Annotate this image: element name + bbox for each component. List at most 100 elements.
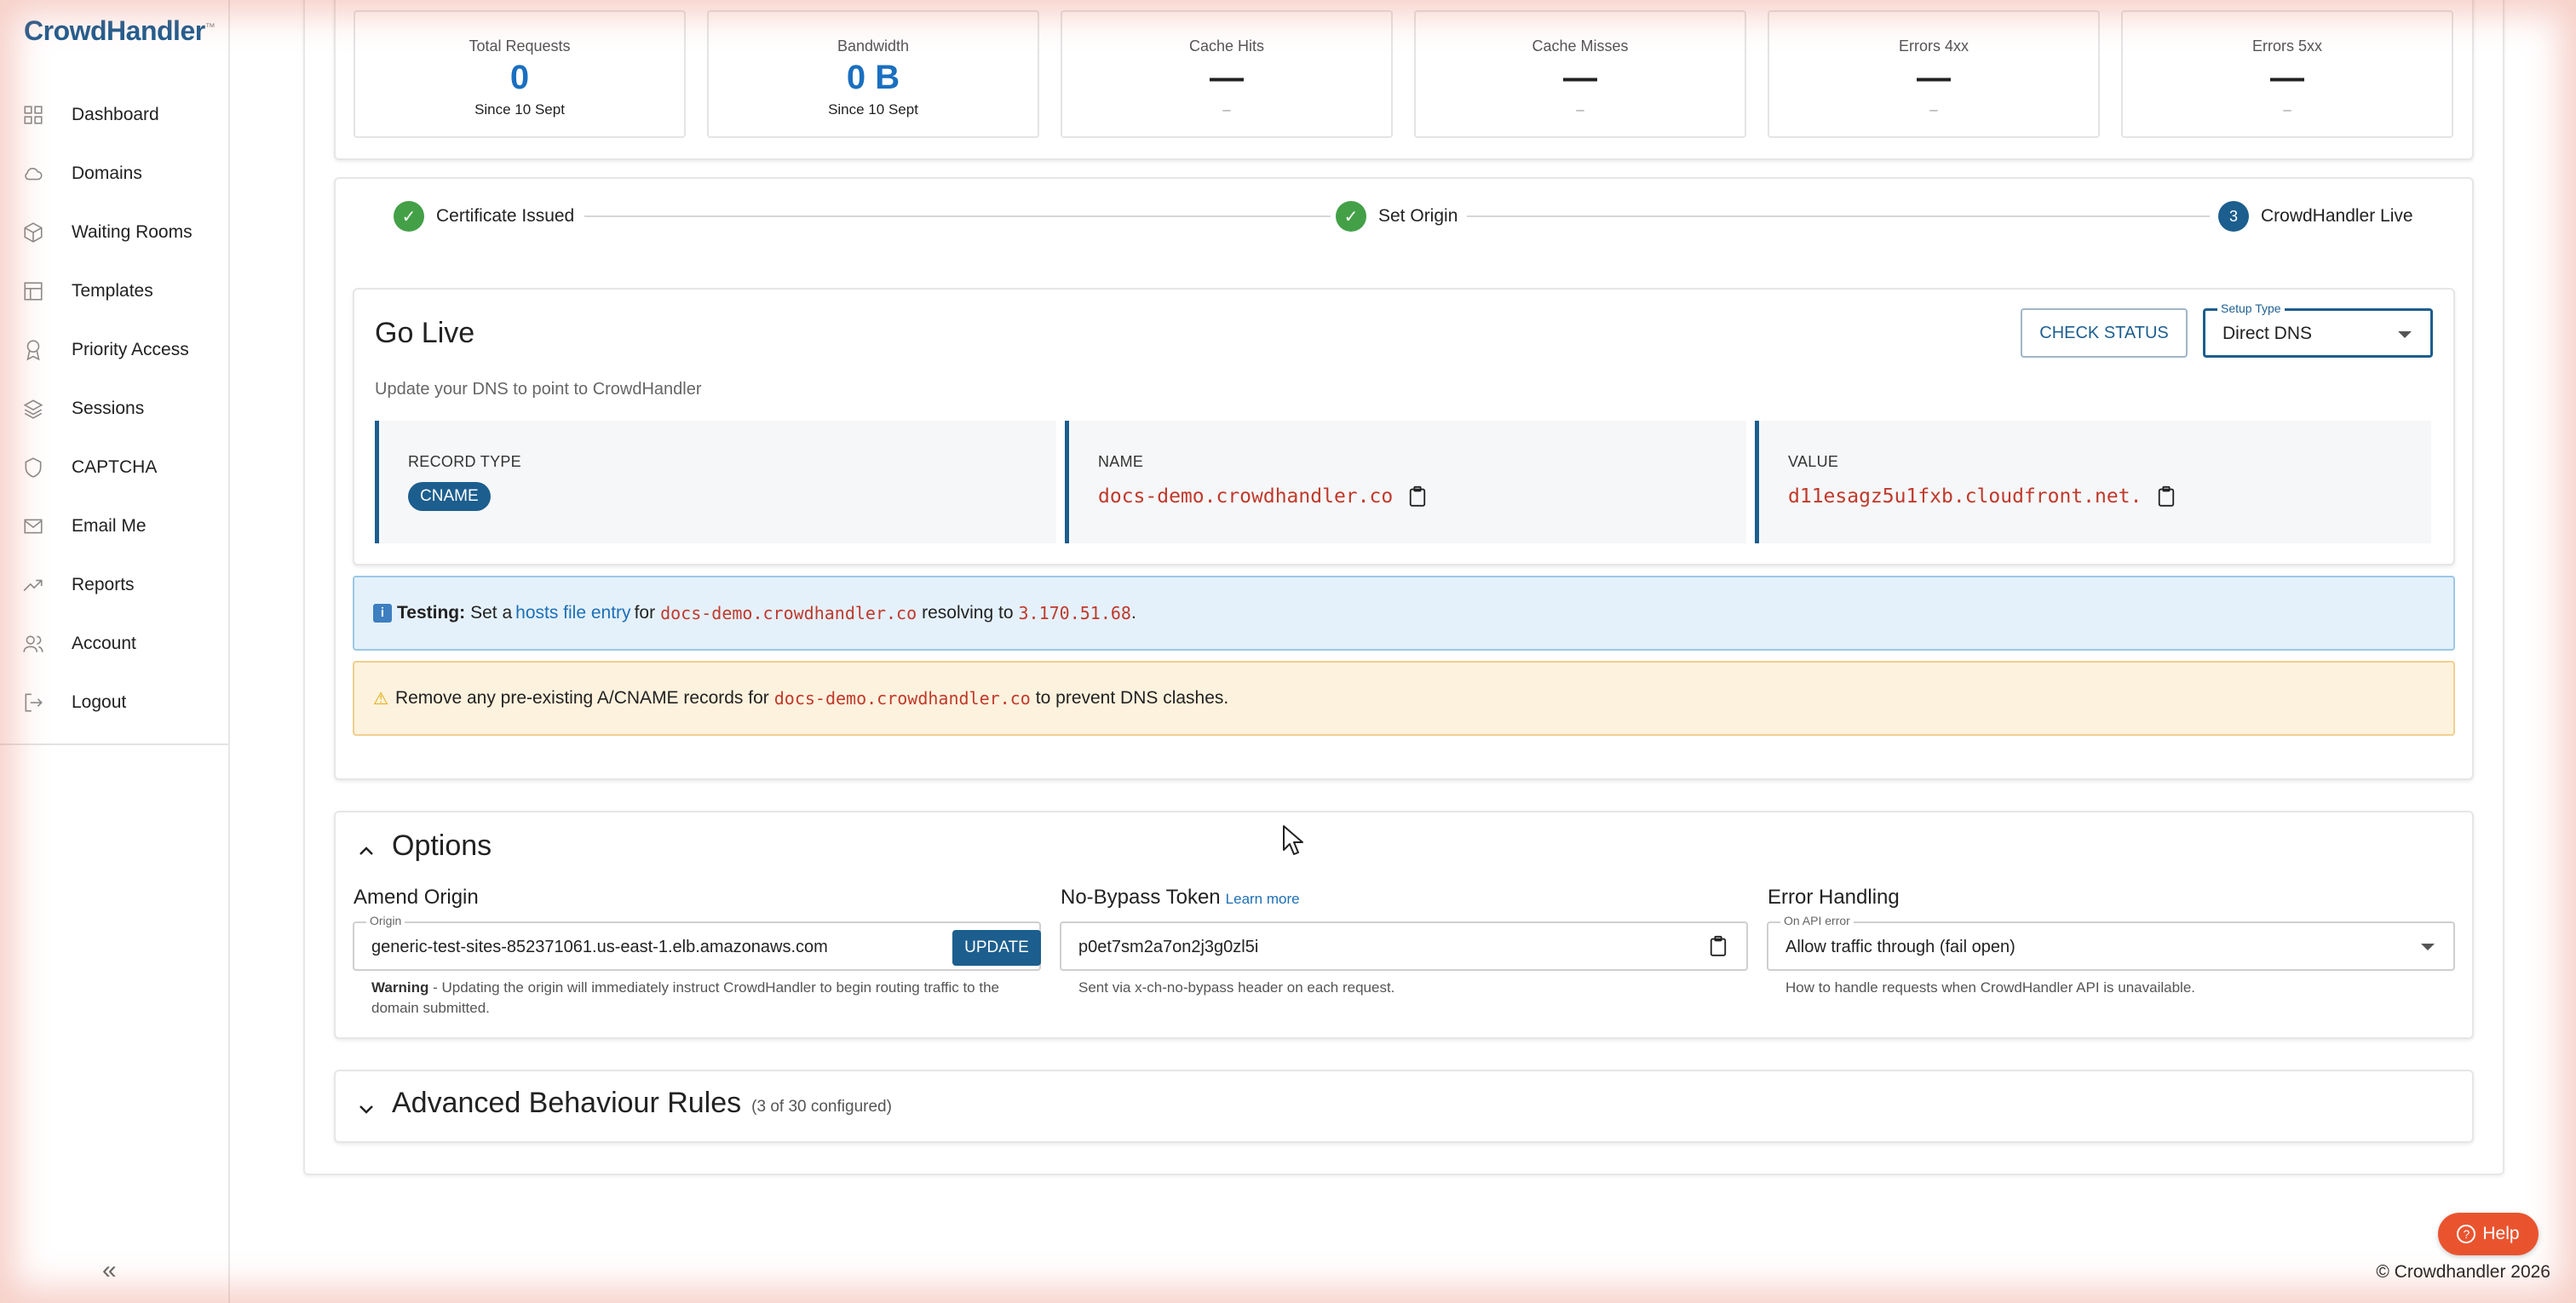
record-type-chip: CNAME — [408, 482, 491, 511]
error-handling-select[interactable]: On API error Allow traffic through (fail… — [1767, 914, 2455, 971]
helper-bold: Warning — [371, 979, 429, 996]
help-button[interactable]: ? Help — [2438, 1213, 2539, 1255]
collapse-sidebar-button[interactable]: « — [102, 1256, 117, 1285]
no-bypass-token-value: p0et7sm2a7on2j3g0zl5i — [1078, 938, 1259, 956]
award-icon — [22, 339, 44, 361]
record-value-value: d11esagz5u1fxb.cloudfront.net. — [1788, 485, 2142, 508]
caret-down-icon — [2421, 944, 2435, 950]
error-handling-value: Allow traffic through (fail open) — [1785, 938, 2015, 956]
sidebar-item-account[interactable]: Account — [0, 614, 228, 673]
chevron-down-icon — [356, 1093, 377, 1114]
alert-text: Remove any pre-existing A/CNAME records … — [394, 688, 769, 708]
stat-label: Total Requests — [469, 37, 571, 55]
sidebar-item-label: Email Me — [72, 515, 147, 536]
sidebar-item-label: Waiting Rooms — [72, 221, 193, 242]
stat-cache-hits: Cache Hits — – — [1061, 10, 1393, 138]
record-name-box: NAME docs-demo.crowdhandler.co — [1065, 421, 1746, 543]
step-set-origin: ✓ Set Origin — [1336, 201, 1458, 232]
logo[interactable]: CrowdHandler™ — [24, 15, 216, 47]
sidebar-item-label: Dashboard — [72, 104, 159, 124]
record-name-label: NAME — [1098, 453, 1144, 470]
sidebar-item-dashboard[interactable]: Dashboard — [0, 85, 228, 144]
stat-sub: – — [1222, 101, 1231, 118]
help-icon: ? — [2457, 1225, 2476, 1243]
setup-type-select[interactable]: Setup Type Direct DNS — [2203, 301, 2433, 358]
alert-text: to prevent DNS clashes. — [1035, 688, 1229, 708]
no-bypass-token-title: No-Bypass Token Learn more — [1061, 886, 1300, 910]
stat-value: — — [1210, 59, 1244, 96]
stat-errors-5xx: Errors 5xx — – — [2121, 10, 2453, 138]
sidebar-item-logout[interactable]: Logout — [0, 673, 228, 732]
record-value-box: VALUE d11esagz5u1fxb.cloudfront.net. — [1755, 421, 2431, 543]
stat-label: Cache Misses — [1532, 37, 1629, 55]
testing-info-alert: i Testing: Set a hosts file entry for do… — [353, 576, 2455, 651]
sidebar-item-waiting-rooms[interactable]: Waiting Rooms — [0, 203, 228, 261]
sidebar-item-label: Sessions — [72, 398, 145, 418]
sidebar-item-label: Priority Access — [72, 339, 189, 359]
error-handling-title: Error Handling — [1768, 886, 1900, 909]
clipboard-icon[interactable] — [1709, 935, 1728, 957]
layout-icon — [22, 280, 44, 302]
origin-legend: Origin — [366, 914, 405, 927]
chevron-up-icon — [356, 836, 377, 857]
step-label: Set Origin — [1378, 206, 1458, 226]
step-number: 3 — [2218, 201, 2249, 232]
alert-bold: Testing: — [397, 603, 466, 623]
amend-origin-title: Amend Origin — [354, 886, 479, 909]
hosts-file-entry-link[interactable]: hosts file entry — [515, 603, 630, 623]
sidebar-item-label: Reports — [72, 574, 135, 594]
check-icon: ✓ — [1336, 201, 1366, 232]
advanced-rules-toggle[interactable]: Advanced Behaviour Rules (3 of 30 config… — [356, 1087, 892, 1120]
sidebar-item-priority-access[interactable]: Priority Access — [0, 320, 228, 379]
no-bypass-helper: Sent via x-ch-no-bypass header on each r… — [1078, 979, 1395, 996]
caret-down-icon — [2398, 331, 2412, 338]
update-origin-button[interactable]: UPDATE — [952, 930, 1041, 966]
sidebar-item-captcha[interactable]: CAPTCHA — [0, 438, 228, 497]
alert-ip: 3.170.51.68 — [1018, 603, 1131, 623]
alert-domain: docs-demo.crowdhandler.co — [660, 603, 917, 623]
info-icon: i — [373, 604, 392, 623]
go-live-title: Go Live — [375, 317, 475, 349]
stat-value: 0 — [509, 59, 530, 96]
record-type-label: RECORD TYPE — [408, 453, 521, 470]
origin-value: generic-test-sites-852371061.us-east-1.e… — [371, 938, 828, 956]
learn-more-link[interactable]: Learn more — [1226, 891, 1300, 907]
origin-field[interactable]: Origin generic-test-sites-852371061.us-e… — [353, 914, 1041, 971]
stat-sub: – — [2283, 101, 2291, 118]
helper-text: - Updating the origin will immediately i… — [371, 979, 999, 1016]
setup-type-value: Direct DNS — [2222, 324, 2313, 343]
sidebar-item-templates[interactable]: Templates — [0, 261, 228, 320]
stat-label: Bandwidth — [837, 37, 910, 55]
advanced-rules-title: Advanced Behaviour Rules — [392, 1087, 742, 1119]
sidebar-item-reports[interactable]: Reports — [0, 555, 228, 614]
sidebar-item-email-me[interactable]: Email Me — [0, 497, 228, 555]
sidebar-item-label: Logout — [72, 692, 127, 712]
stat-label: Cache Hits — [1188, 37, 1265, 55]
options-toggle[interactable]: Options — [356, 829, 492, 863]
stat-sub: – — [1929, 101, 1938, 118]
alert-text: . — [1130, 603, 1136, 623]
footer-copyright: © Crowdhandler 2026 — [2376, 1262, 2550, 1282]
error-handling-helper: How to handle requests when CrowdHandler… — [1785, 979, 2195, 996]
sidebar-item-label: Account — [72, 633, 136, 653]
check-icon: ✓ — [394, 201, 424, 232]
alert-text: for — [634, 603, 656, 623]
origin-warning-helper: Warning - Updating the origin will immed… — [371, 978, 1027, 1019]
clipboard-icon[interactable] — [1408, 485, 1427, 508]
sidebar-item-domains[interactable]: Domains — [0, 144, 228, 203]
users-icon — [22, 633, 44, 655]
stat-value: — — [1563, 59, 1597, 96]
alert-domain: docs-demo.crowdhandler.co — [773, 688, 1031, 709]
sidebar-item-sessions[interactable]: Sessions — [0, 379, 228, 438]
cloud-icon — [22, 163, 44, 185]
sidebar-nav: Dashboard Domains Waiting Rooms Template… — [0, 85, 228, 745]
check-status-button[interactable]: CHECK STATUS — [2021, 308, 2188, 358]
sidebar-item-label: CAPTCHA — [72, 456, 158, 477]
go-live-subtitle: Update your DNS to point to CrowdHandler — [375, 380, 702, 399]
clipboard-icon[interactable] — [2157, 485, 2176, 508]
alert-text: resolving to — [922, 603, 1014, 623]
layers-icon — [22, 398, 44, 420]
shield-icon — [22, 456, 44, 479]
no-bypass-token-field[interactable]: p0et7sm2a7on2j3g0zl5i — [1060, 921, 1748, 971]
step-crowdhandler-live: 3 CrowdHandler Live — [2218, 201, 2413, 232]
